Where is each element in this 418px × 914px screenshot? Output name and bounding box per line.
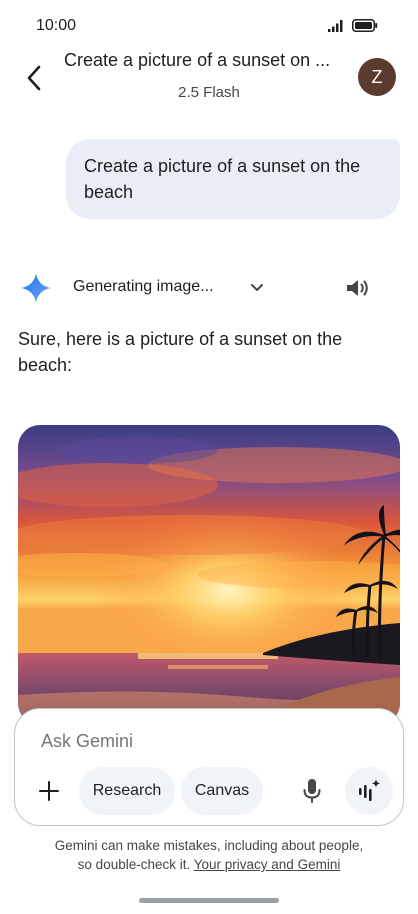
home-indicator[interactable] xyxy=(139,898,279,903)
speaker-icon[interactable] xyxy=(344,276,370,300)
live-audio-button[interactable] xyxy=(345,767,393,815)
disclaimer-line2: so double-check it. Your privacy and Gem… xyxy=(0,855,418,874)
status-time: 10:00 xyxy=(36,17,77,34)
avatar[interactable]: Z xyxy=(358,58,396,96)
chat-header: Create a picture of a sunset on ... 2.5 … xyxy=(0,40,418,112)
microphone-button[interactable] xyxy=(297,775,327,807)
disclaimer-line1: Gemini can make mistakes, including abou… xyxy=(54,838,364,853)
gemini-star-icon xyxy=(21,273,51,303)
composer: Research Canvas xyxy=(14,708,404,826)
status-icons xyxy=(328,19,378,32)
disclaimer: Gemini can make mistakes, including abou… xyxy=(0,836,418,874)
privacy-link[interactable]: Your privacy and Gemini xyxy=(194,857,341,872)
live-audio-icon xyxy=(359,779,381,801)
user-message-bubble: Create a picture of a sunset on the beac… xyxy=(66,139,400,219)
microphone-icon xyxy=(303,779,321,803)
disclaimer-prefix: so double-check it. xyxy=(77,857,194,872)
signal-icon xyxy=(328,19,343,32)
generated-image[interactable] xyxy=(18,425,400,725)
generating-status[interactable]: Generating image... xyxy=(73,278,214,296)
chevron-down-icon[interactable] xyxy=(248,278,266,296)
add-button[interactable] xyxy=(33,775,65,807)
reply-text: Sure, here is a picture of a sunset on t… xyxy=(18,329,343,375)
model-selector[interactable]: 2.5 Flash xyxy=(0,84,418,101)
ask-gemini-input[interactable] xyxy=(41,731,341,752)
reply-header: Generating image... xyxy=(0,268,418,308)
plus-icon xyxy=(39,781,59,801)
research-chip[interactable]: Research xyxy=(79,767,175,815)
chat-title[interactable]: Create a picture of a sunset on ... xyxy=(64,50,354,71)
canvas-chip[interactable]: Canvas xyxy=(181,767,263,815)
sunset-beach-image xyxy=(18,425,400,725)
battery-icon xyxy=(352,19,378,32)
